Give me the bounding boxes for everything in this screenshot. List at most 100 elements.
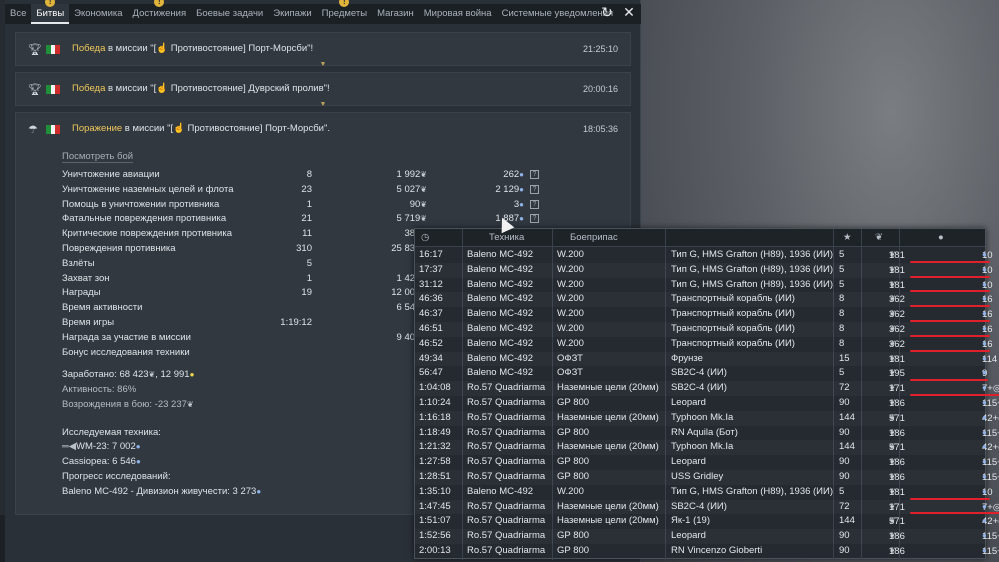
respawns-text: Возрождения в бою: -23 237❦ — [62, 399, 194, 410]
tab-8[interactable]: Мировая война — [419, 4, 497, 24]
annotation-underline — [910, 349, 990, 352]
tab-label: Битвы — [36, 8, 65, 19]
tab-3[interactable]: Достижения! — [128, 0, 192, 24]
researched-value: : 7 002 — [106, 441, 136, 453]
cell-target: SB2C-4 (ИИ) — [671, 367, 727, 379]
stat-count: 21 — [301, 213, 312, 225]
tab-1[interactable]: Битвы! — [31, 0, 70, 24]
research-icon: ● — [982, 338, 987, 348]
cell-ammo: Наземные цели (20мм) — [557, 382, 659, 394]
cell-vehicle: Ro.57 Quadriarma — [467, 441, 546, 453]
tab-2[interactable]: Экономика — [69, 4, 127, 24]
cell-ammo: W.200 — [557, 485, 584, 497]
stat-row: Фатальные повреждения противника 21 5 719❦… — [62, 213, 602, 228]
silver-lion-icon: ❦ — [889, 338, 896, 348]
cell-star: 5 — [839, 249, 845, 260]
refresh-icon[interactable]: ↻ — [599, 4, 615, 20]
table-row: 46:36 Baleno MC-492 W.200 Транспортный кора… — [415, 292, 993, 307]
stat-count: 1 — [306, 198, 312, 210]
cell-vehicle: Baleno MC-492 — [467, 293, 534, 305]
table-row: 46:37 Baleno MC-492 W.200 Транспортный кора… — [415, 307, 993, 322]
table-row: 1:18:49 Ro.57 Quadriarma GP 800 RN Aquila (… — [415, 426, 999, 441]
research-icon: ● — [982, 442, 987, 452]
cell-star: 144 — [839, 515, 855, 527]
research-icon: ● — [982, 457, 987, 467]
chevron-down-icon[interactable]: ▼ — [319, 101, 327, 109]
cell-time: 1:28:51 — [419, 471, 451, 482]
stat-label: Уничтожение авиации — [62, 169, 160, 180]
tab-bar: Все Битвы! Экономика Достижения! Боевые зада… — [5, 0, 641, 24]
research-icon: ● — [982, 501, 987, 511]
research-icon: ● — [982, 294, 987, 304]
cell-time: 46:36 — [419, 293, 443, 305]
research-icon: ● — [135, 457, 141, 467]
battle-message[interactable]: 🏆︎ Победа в миссии "[☝ Противостояние] П… — [15, 32, 631, 69]
help-icon[interactable]: ? — [530, 214, 539, 224]
tab-label: Экономика — [74, 8, 123, 19]
cell-star: 15 — [839, 352, 850, 364]
stat-row: Уничтожение наземных целей и флота 23 5 02… — [62, 184, 602, 199]
help-icon[interactable]: ? — [530, 170, 539, 179]
battle-message[interactable]: 🏆︎ Победа в миссии "[☝ Противостояние] Д… — [15, 72, 631, 109]
cell-ammo: GP 800 — [557, 530, 590, 542]
research-icon: ● — [982, 486, 987, 496]
message-text: Победа в миссии "[☝ Противостояние] Дувр… — [72, 83, 330, 94]
silver-lion-icon: ❦ — [889, 279, 896, 289]
silver-lion-icon: ❦ — [889, 264, 896, 274]
cell-time: 46:37 — [419, 308, 443, 320]
researched-title: Исследуемая техника: — [62, 426, 161, 438]
annotation-underline — [910, 275, 990, 278]
view-battle-link[interactable]: Посмотреть бой — [62, 151, 134, 163]
alert-icon: ! — [154, 0, 165, 7]
stat-label: Время активности — [62, 302, 143, 314]
alert-icon: ! — [339, 0, 350, 7]
annotation-underline — [910, 305, 990, 308]
annotation-underline — [910, 334, 990, 337]
stat-count: 23 — [301, 183, 312, 195]
chevron-down-icon[interactable]: ▼ — [319, 61, 327, 69]
cell-target: Typhoon Mk.Ia — [671, 411, 734, 423]
help-icon[interactable]: ? — [530, 184, 539, 194]
earned-rp: 12 991 — [160, 369, 190, 381]
stat-rp-value: 262 — [503, 169, 520, 180]
cell-time: 1:18:49 — [419, 426, 451, 438]
stat-row: Помощь в уничтожении противника 1 90❦ 3●? — [62, 199, 602, 214]
cell-target: Тип G, HMS Grafton (H89), 1936 (ИИ) — [671, 485, 834, 497]
alert-icon: ! — [45, 0, 56, 7]
tab-4[interactable]: Боевые задачи — [191, 4, 268, 24]
stat-count: 5 — [306, 257, 312, 269]
research-icon: ● — [982, 412, 987, 422]
research-icon: ● — [135, 442, 141, 452]
cell-ammo: Наземные цели (20мм) — [557, 441, 659, 453]
cell-time: 56:47 — [419, 367, 443, 379]
table-row: 1:47:45 Ro.57 Quadriarma Наземные цели (20… — [415, 500, 999, 515]
cell-target: SB2C-4 (ИИ) — [671, 382, 727, 394]
cell-ammo: W.200 — [557, 249, 584, 260]
tab-label: Достижения — [132, 8, 187, 19]
silver-lion-icon: ❦ — [889, 516, 896, 526]
close-icon[interactable]: ✕ — [621, 4, 637, 20]
tab-7[interactable]: Магазин — [372, 4, 419, 24]
respawns-value: -23 237 — [154, 399, 187, 410]
cell-ammo: GP 800 — [557, 426, 590, 438]
tab-5[interactable]: Экипажи — [268, 4, 316, 24]
cell-ammo: GP 800 — [557, 471, 590, 482]
italy-flag-icon — [46, 85, 61, 94]
help-icon[interactable]: ? — [530, 199, 539, 209]
stat-label: Помощь в уничтожении противника — [62, 198, 220, 210]
stat-silver-value: 5 719 — [396, 213, 421, 225]
tab-6[interactable]: Предметы! — [317, 0, 372, 24]
cell-time: 1:52:56 — [419, 530, 451, 542]
cell-vehicle: Ro.57 Quadriarma — [467, 471, 546, 482]
trophy-icon: 🏆︎ — [28, 44, 42, 56]
tab-0[interactable]: Все — [5, 4, 31, 24]
annotation-underline — [910, 394, 999, 396]
star-icon: ★ — [843, 232, 852, 243]
stat-silver: 1 992❦ — [357, 169, 427, 180]
cell-ammo: ОФЗТ — [557, 367, 583, 379]
research-icon: ● — [519, 199, 524, 209]
battle-log-table: ◷ Техника Боеприпас ★ ❦ ● 16:17 Baleno MC… — [414, 228, 999, 560]
message-text: Победа в миссии "[☝ Противостояние] Порт… — [72, 43, 314, 54]
tab-label: Боевые задачи — [196, 8, 264, 19]
cell-ammo: GP 800 — [557, 456, 590, 468]
